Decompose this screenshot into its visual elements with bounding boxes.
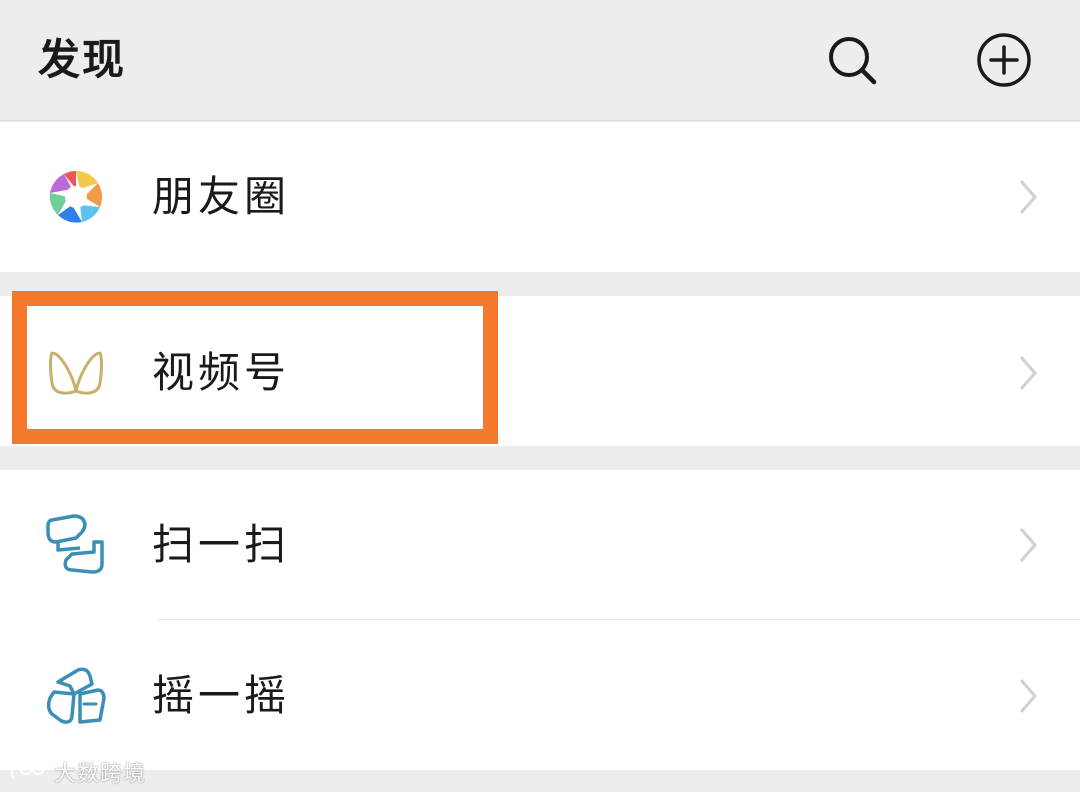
moments-aperture-icon bbox=[44, 165, 108, 229]
scan-icon bbox=[44, 512, 108, 576]
chevron-right-icon bbox=[1019, 180, 1037, 214]
menu-item-channels[interactable]: 视频号 bbox=[0, 296, 1080, 446]
discover-page: 发现 朋友圈 视频号 扫一扫 摇一摇 大数跨境 bbox=[0, 0, 1080, 792]
menu-item-label: 朋友圈 bbox=[152, 172, 291, 221]
channels-butterfly-icon bbox=[44, 341, 108, 405]
watermark-logo-icon bbox=[10, 761, 45, 780]
shake-icon bbox=[44, 664, 108, 728]
chevron-right-icon bbox=[1019, 356, 1037, 390]
search-icon bbox=[829, 37, 877, 85]
search-button[interactable] bbox=[822, 30, 882, 90]
page-title: 发现 bbox=[38, 35, 127, 84]
chevron-right-icon bbox=[1019, 528, 1037, 562]
plus-circle-icon bbox=[977, 33, 1031, 87]
menu-item-moments[interactable]: 朋友圈 bbox=[0, 122, 1080, 272]
menu-item-label: 扫一扫 bbox=[152, 520, 291, 569]
menu-item-scan[interactable]: 扫一扫 bbox=[0, 470, 1080, 620]
watermark: 大数跨境 bbox=[8, 756, 146, 788]
header-bar: 发现 bbox=[0, 0, 1080, 121]
watermark-text: 大数跨境 bbox=[54, 762, 147, 787]
chevron-right-icon bbox=[1019, 679, 1037, 713]
add-button[interactable] bbox=[974, 30, 1034, 90]
menu-item-shake[interactable]: 摇一摇 bbox=[0, 620, 1080, 770]
menu-item-label: 摇一摇 bbox=[152, 671, 291, 720]
menu-item-label: 视频号 bbox=[152, 348, 291, 397]
